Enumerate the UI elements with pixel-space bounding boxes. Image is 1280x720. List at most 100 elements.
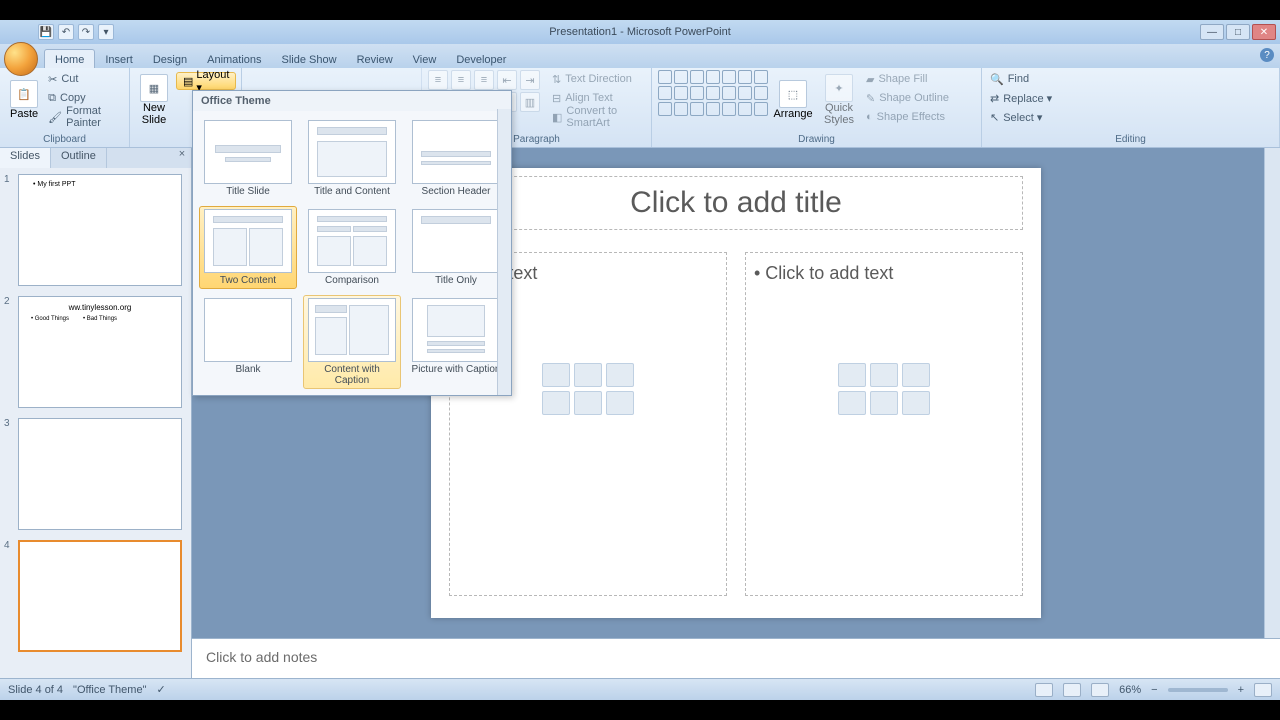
slide-count: Slide 4 of 4	[8, 684, 63, 696]
tab-insert[interactable]: Insert	[95, 50, 143, 68]
brush-icon: 🖌	[48, 111, 62, 124]
office-button[interactable]	[4, 42, 38, 76]
paste-icon: 📋	[10, 80, 38, 108]
content-icons[interactable]	[542, 363, 634, 415]
theme-name: "Office Theme"	[73, 684, 146, 696]
slide-thumbnail[interactable]: 4	[4, 540, 187, 652]
quick-styles-icon: ✦	[825, 74, 853, 102]
view-normal-button[interactable]	[1035, 683, 1053, 697]
effects-icon: ◐	[866, 111, 873, 123]
shape-outline-button[interactable]: ✎Shape Outline	[864, 89, 951, 107]
tab-animations[interactable]: Animations	[197, 50, 271, 68]
pane-close-icon[interactable]: ×	[173, 148, 191, 168]
slide-thumbnail[interactable]: 1• My first PPT	[4, 174, 187, 286]
gallery-header: Office Theme	[193, 91, 511, 111]
layout-option-comparison[interactable]: Comparison	[303, 206, 401, 289]
tab-review[interactable]: Review	[347, 50, 403, 68]
tab-design[interactable]: Design	[143, 50, 197, 68]
align-text-icon: ⊟	[552, 92, 561, 105]
layout-thumb	[308, 209, 396, 273]
slide-thumbnail[interactable]: 2ww.tinylesson.org• Good Things• Bad Thi…	[4, 296, 187, 408]
find-button[interactable]: 🔍Find	[988, 70, 1054, 88]
minimize-button[interactable]: —	[1200, 24, 1224, 40]
shapes-gallery[interactable]	[658, 70, 768, 116]
paste-button[interactable]: 📋 Paste	[6, 70, 42, 130]
save-icon[interactable]: 💾	[38, 24, 54, 40]
find-icon: 🔍	[990, 73, 1004, 86]
quick-styles-button[interactable]: ✦ Quick Styles	[818, 70, 860, 130]
qat-more-icon[interactable]: ▾	[98, 24, 114, 40]
zoom-value: 66%	[1119, 684, 1141, 696]
layout-option-title-and-content[interactable]: Title and Content	[303, 117, 401, 200]
smartart-icon: ◧	[552, 111, 562, 124]
shape-fill-button[interactable]: ▰Shape Fill	[864, 70, 951, 88]
layout-caption: Title and Content	[314, 186, 390, 197]
format-painter-button[interactable]: 🖌Format Painter	[46, 108, 123, 126]
vertical-scrollbar[interactable]	[1264, 148, 1280, 638]
layout-option-title-slide[interactable]: Title Slide	[199, 117, 297, 200]
layout-caption: Title Only	[435, 275, 477, 286]
gallery-scrollbar[interactable]	[497, 109, 511, 395]
replace-icon: ⇄	[990, 92, 999, 105]
content-icons[interactable]	[838, 363, 930, 415]
zoom-out-button[interactable]: −	[1151, 684, 1157, 696]
close-button[interactable]: ✕	[1252, 24, 1276, 40]
title-placeholder[interactable]: Click to add title	[449, 176, 1023, 230]
convert-smartart-button[interactable]: ◧Convert to SmartArt	[550, 108, 645, 126]
maximize-button[interactable]: □	[1226, 24, 1250, 40]
layout-thumb	[308, 298, 396, 362]
layout-caption: Title Slide	[226, 186, 270, 197]
layout-thumb	[204, 209, 292, 273]
help-icon[interactable]: ?	[1260, 48, 1274, 62]
layout-icon: ▤	[183, 75, 193, 88]
arrange-button[interactable]: ⬚ Arrange	[772, 70, 814, 130]
editing-group-label: Editing	[988, 132, 1273, 147]
layout-caption: Picture with Caption	[412, 364, 501, 375]
select-button[interactable]: ↖Select ▾	[988, 108, 1054, 126]
thumb-number: 1	[4, 174, 14, 286]
zoom-in-button[interactable]: +	[1238, 684, 1244, 696]
slide: Click to add title • Click to add text •…	[431, 168, 1041, 618]
replace-button[interactable]: ⇄Replace ▾	[988, 89, 1054, 107]
layout-thumb	[412, 209, 500, 273]
layout-caption: Blank	[235, 364, 260, 375]
thumb-number: 4	[4, 540, 14, 652]
layout-option-title-only[interactable]: Title Only	[407, 206, 505, 289]
zoom-fit-button[interactable]	[1254, 683, 1272, 697]
bucket-icon: ▰	[866, 73, 874, 86]
layout-button[interactable]: ▤ Layout ▾	[176, 72, 236, 90]
layout-option-section-header[interactable]: Section Header	[407, 117, 505, 200]
scissors-icon: ✂	[48, 73, 57, 86]
zoom-slider[interactable]	[1168, 688, 1228, 692]
new-slide-button[interactable]: ▦ New Slide	[136, 70, 172, 130]
tab-view[interactable]: View	[403, 50, 447, 68]
text-direction-button[interactable]: ⇅Text Direction	[550, 70, 645, 88]
right-content-placeholder[interactable]: • Click to add text	[745, 252, 1023, 596]
shape-effects-button[interactable]: ◐Shape Effects	[864, 108, 951, 126]
tab-developer[interactable]: Developer	[446, 50, 516, 68]
tab-home[interactable]: Home	[44, 49, 95, 68]
tab-slide-show[interactable]: Slide Show	[272, 50, 347, 68]
tab-slides-pane[interactable]: Slides	[0, 148, 51, 168]
undo-icon[interactable]: ↶	[58, 24, 74, 40]
slides-pane: Slides Outline × 1• My first PPT2ww.tiny…	[0, 148, 192, 678]
thumb-number: 2	[4, 296, 14, 408]
redo-icon[interactable]: ↷	[78, 24, 94, 40]
window-title: Presentation1 - Microsoft PowerPoint	[549, 26, 731, 38]
layout-option-picture-with-caption[interactable]: Picture with Caption	[407, 295, 505, 389]
view-sorter-button[interactable]	[1063, 683, 1081, 697]
layout-thumb	[308, 120, 396, 184]
notes-pane[interactable]: Click to add notes	[192, 638, 1280, 678]
layout-option-two-content[interactable]: Two Content	[199, 206, 297, 289]
spellcheck-icon[interactable]: ✓	[156, 683, 165, 696]
tab-outline-pane[interactable]: Outline	[51, 148, 107, 168]
layout-caption: Content with Caption	[306, 364, 398, 386]
layout-option-blank[interactable]: Blank	[199, 295, 297, 389]
layout-option-content-with-caption[interactable]: Content with Caption	[303, 295, 401, 389]
cut-button[interactable]: ✂Cut	[46, 70, 123, 88]
layout-thumb	[412, 298, 500, 362]
slide-thumbnail[interactable]: 3	[4, 418, 187, 530]
ribbon-tabs: Home Insert Design Animations Slide Show…	[0, 44, 1280, 68]
view-slideshow-button[interactable]	[1091, 683, 1109, 697]
quick-access-toolbar: 💾 ↶ ↷ ▾	[38, 24, 114, 40]
